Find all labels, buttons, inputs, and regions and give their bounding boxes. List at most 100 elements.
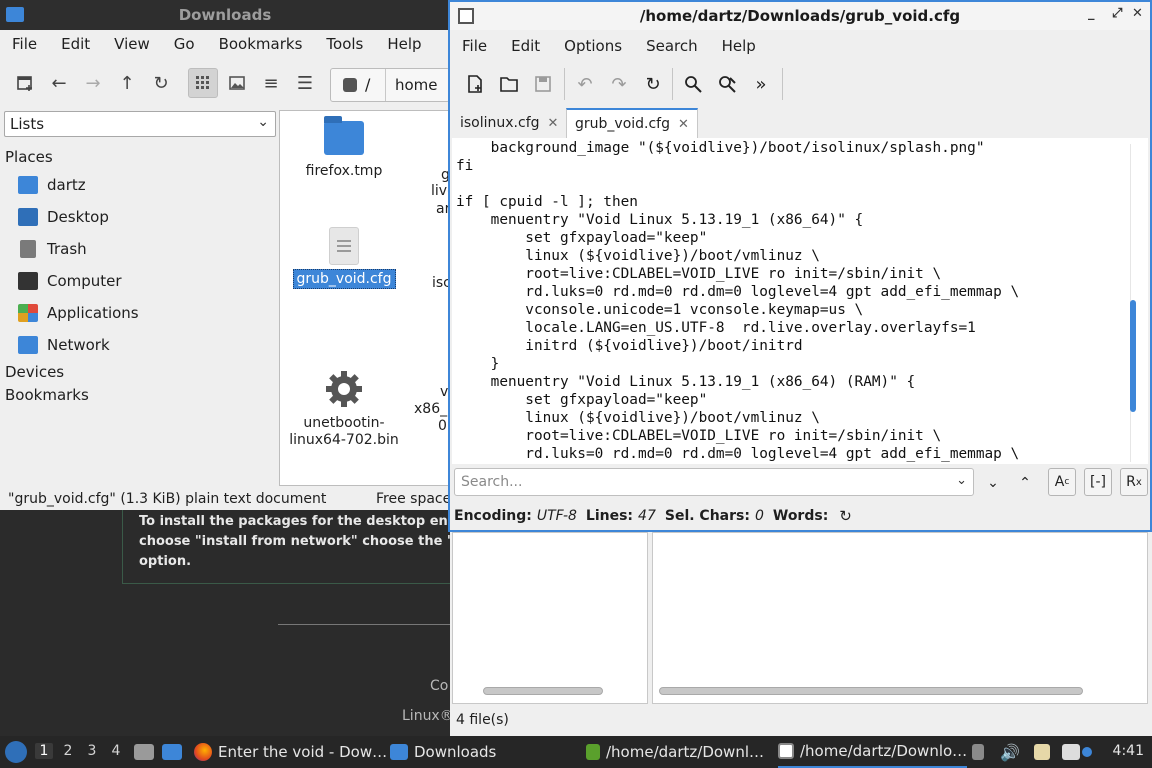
menu-bar: File Edit View Go Bookmarks Tools Help [0, 30, 450, 58]
reload-icon[interactable]: ↻ [148, 70, 174, 96]
tab-bar: isolinux.cfg ✕ grub_void.cfg ✕ [450, 106, 1150, 138]
find-icon[interactable] [680, 71, 706, 97]
path-root-button[interactable]: / [365, 75, 370, 94]
sidebar-item-trash[interactable]: Trash [18, 237, 87, 261]
chevron-down-icon[interactable]: ⌄ [956, 473, 967, 488]
regex-button[interactable]: Rx [1120, 468, 1148, 496]
search-input[interactable] [461, 474, 941, 490]
icon-view-icon[interactable] [188, 68, 218, 98]
menu-edit[interactable]: Edit [49, 35, 102, 53]
file-item-unetbootin[interactable]: unetbootin- linux64-702.bin [284, 335, 404, 466]
workspace-2[interactable]: 2 [59, 743, 77, 759]
task-firefox[interactable]: Enter the void - Dow… [194, 736, 387, 768]
text-area[interactable]: background_image "(${voidlive})/boot/iso… [452, 138, 1148, 464]
find-previous-button[interactable]: ⌃ [1012, 470, 1038, 496]
menu-help[interactable]: Help [375, 35, 433, 53]
up-icon[interactable]: ↑ [114, 70, 140, 96]
menu-file[interactable]: File [0, 35, 49, 53]
divider [278, 624, 450, 625]
tray-battery[interactable] [972, 736, 990, 768]
replace-icon[interactable] [714, 71, 740, 97]
menu-options[interactable]: Options [552, 37, 634, 55]
refresh-word-count-icon[interactable]: ↻ [839, 507, 852, 525]
horizontal-scrollbar[interactable] [659, 687, 1083, 695]
undo-icon[interactable]: ↶ [572, 71, 598, 97]
reload-icon[interactable]: ↻ [640, 71, 666, 97]
window-titlebar[interactable]: /home/dartz/Downloads/grub_void.cfg _ ⤢ … [450, 2, 1150, 30]
app-menu-icon [5, 741, 27, 763]
clock[interactable]: 4:41 [1113, 743, 1144, 759]
task-downloads[interactable]: Downloads [390, 736, 496, 768]
sidebar-item-desktop[interactable]: Desktop [18, 205, 109, 229]
forward-icon[interactable]: → [80, 70, 106, 96]
menu-view[interactable]: View [102, 35, 162, 53]
sidebar-item-computer[interactable]: Computer [18, 269, 122, 293]
back-icon[interactable]: ← [46, 70, 72, 96]
desktop-icon [18, 208, 38, 226]
menu-search[interactable]: Search [634, 37, 710, 55]
show-desktop-button[interactable] [134, 736, 160, 768]
sidebar-item-label: Trash [47, 240, 87, 258]
redo-icon[interactable]: ↷ [606, 71, 632, 97]
open-file-icon[interactable] [496, 71, 522, 97]
workspace-1[interactable]: 1 [35, 743, 53, 759]
workspace-4[interactable]: 4 [107, 743, 125, 759]
places-heading[interactable]: Places [5, 148, 53, 166]
match-case-button[interactable]: Ac [1048, 468, 1076, 496]
page-fragment-text: Co [430, 678, 449, 694]
side-pane-mode-select[interactable]: Lists ⌄ [4, 111, 276, 137]
window-titlebar[interactable]: Downloads [0, 0, 450, 30]
tray-network[interactable] [1062, 736, 1092, 768]
start-menu-button[interactable] [5, 736, 27, 768]
side-pane[interactable] [452, 532, 648, 704]
search-field[interactable]: ⌄ [454, 468, 974, 496]
thumbnail-view-icon[interactable] [224, 70, 250, 96]
workspace-3[interactable]: 3 [83, 743, 101, 759]
tray-volume[interactable]: 🔊 [1000, 736, 1020, 768]
compact-view-icon[interactable]: ≡ [258, 70, 284, 96]
menu-bookmarks[interactable]: Bookmarks [207, 35, 315, 53]
task-archive[interactable]: /home/dartz/Downl… [586, 736, 764, 768]
sidebar-item-network[interactable]: Network [18, 333, 110, 357]
close-tab-icon[interactable]: ✕ [548, 116, 559, 131]
file-view[interactable]: firefox.tmp grub_void.cfg unetbootin- li… [279, 110, 450, 486]
file-item-firefox-tmp[interactable]: firefox.tmp [284, 116, 404, 180]
file-view[interactable] [652, 532, 1148, 704]
horizontal-scrollbar[interactable] [483, 687, 603, 695]
save-icon[interactable] [530, 71, 556, 97]
close-tab-icon[interactable]: ✕ [678, 117, 689, 132]
close-icon[interactable]: ✕ [1132, 6, 1143, 21]
devices-heading[interactable]: Devices [5, 363, 64, 381]
firefox-icon [194, 743, 212, 761]
minimize-icon[interactable]: _ [1088, 6, 1095, 21]
menu-help[interactable]: Help [710, 37, 768, 55]
vertical-scrollbar[interactable] [1130, 144, 1138, 462]
scrollbar-thumb[interactable] [1130, 300, 1136, 412]
detailed-list-view-icon[interactable]: ☰ [292, 70, 318, 96]
task-label: Downloads [414, 743, 497, 761]
sidebar-item-dartz[interactable]: dartz [18, 173, 86, 197]
find-next-button[interactable]: ⌄ [980, 470, 1006, 496]
file-manager-launcher[interactable] [162, 736, 188, 768]
new-window-icon[interactable] [12, 70, 38, 96]
maximize-icon[interactable]: ⤢ [1112, 6, 1122, 21]
whole-word-button[interactable]: [-] [1084, 468, 1112, 496]
menu-tools[interactable]: Tools [314, 35, 375, 53]
file-item-label: firefox.tmp [305, 163, 383, 179]
menu-file[interactable]: File [450, 37, 499, 55]
file-item-grub-void-cfg[interactable]: grub_void.cfg [284, 227, 404, 289]
tab-isolinux-cfg[interactable]: isolinux.cfg ✕ [452, 108, 566, 138]
new-file-icon[interactable] [462, 71, 488, 97]
more-tools-icon[interactable]: » [748, 71, 774, 97]
menu-go[interactable]: Go [162, 35, 207, 53]
path-bar[interactable]: / home [330, 68, 450, 102]
file-item-label: unetbootin- linux64-702.bin [289, 415, 399, 448]
task-text-editor[interactable]: /home/dartz/Downlo… [778, 736, 968, 768]
sidebar-item-applications[interactable]: Applications [18, 301, 139, 325]
bookmarks-heading[interactable]: Bookmarks [5, 386, 89, 404]
path-home-button[interactable]: home [395, 76, 438, 94]
code-content[interactable]: background_image "(${voidlive})/boot/iso… [456, 139, 1019, 463]
tab-grub-void-cfg[interactable]: grub_void.cfg ✕ [566, 108, 698, 138]
menu-edit[interactable]: Edit [499, 37, 552, 55]
tray-clipboard[interactable] [1034, 736, 1056, 768]
